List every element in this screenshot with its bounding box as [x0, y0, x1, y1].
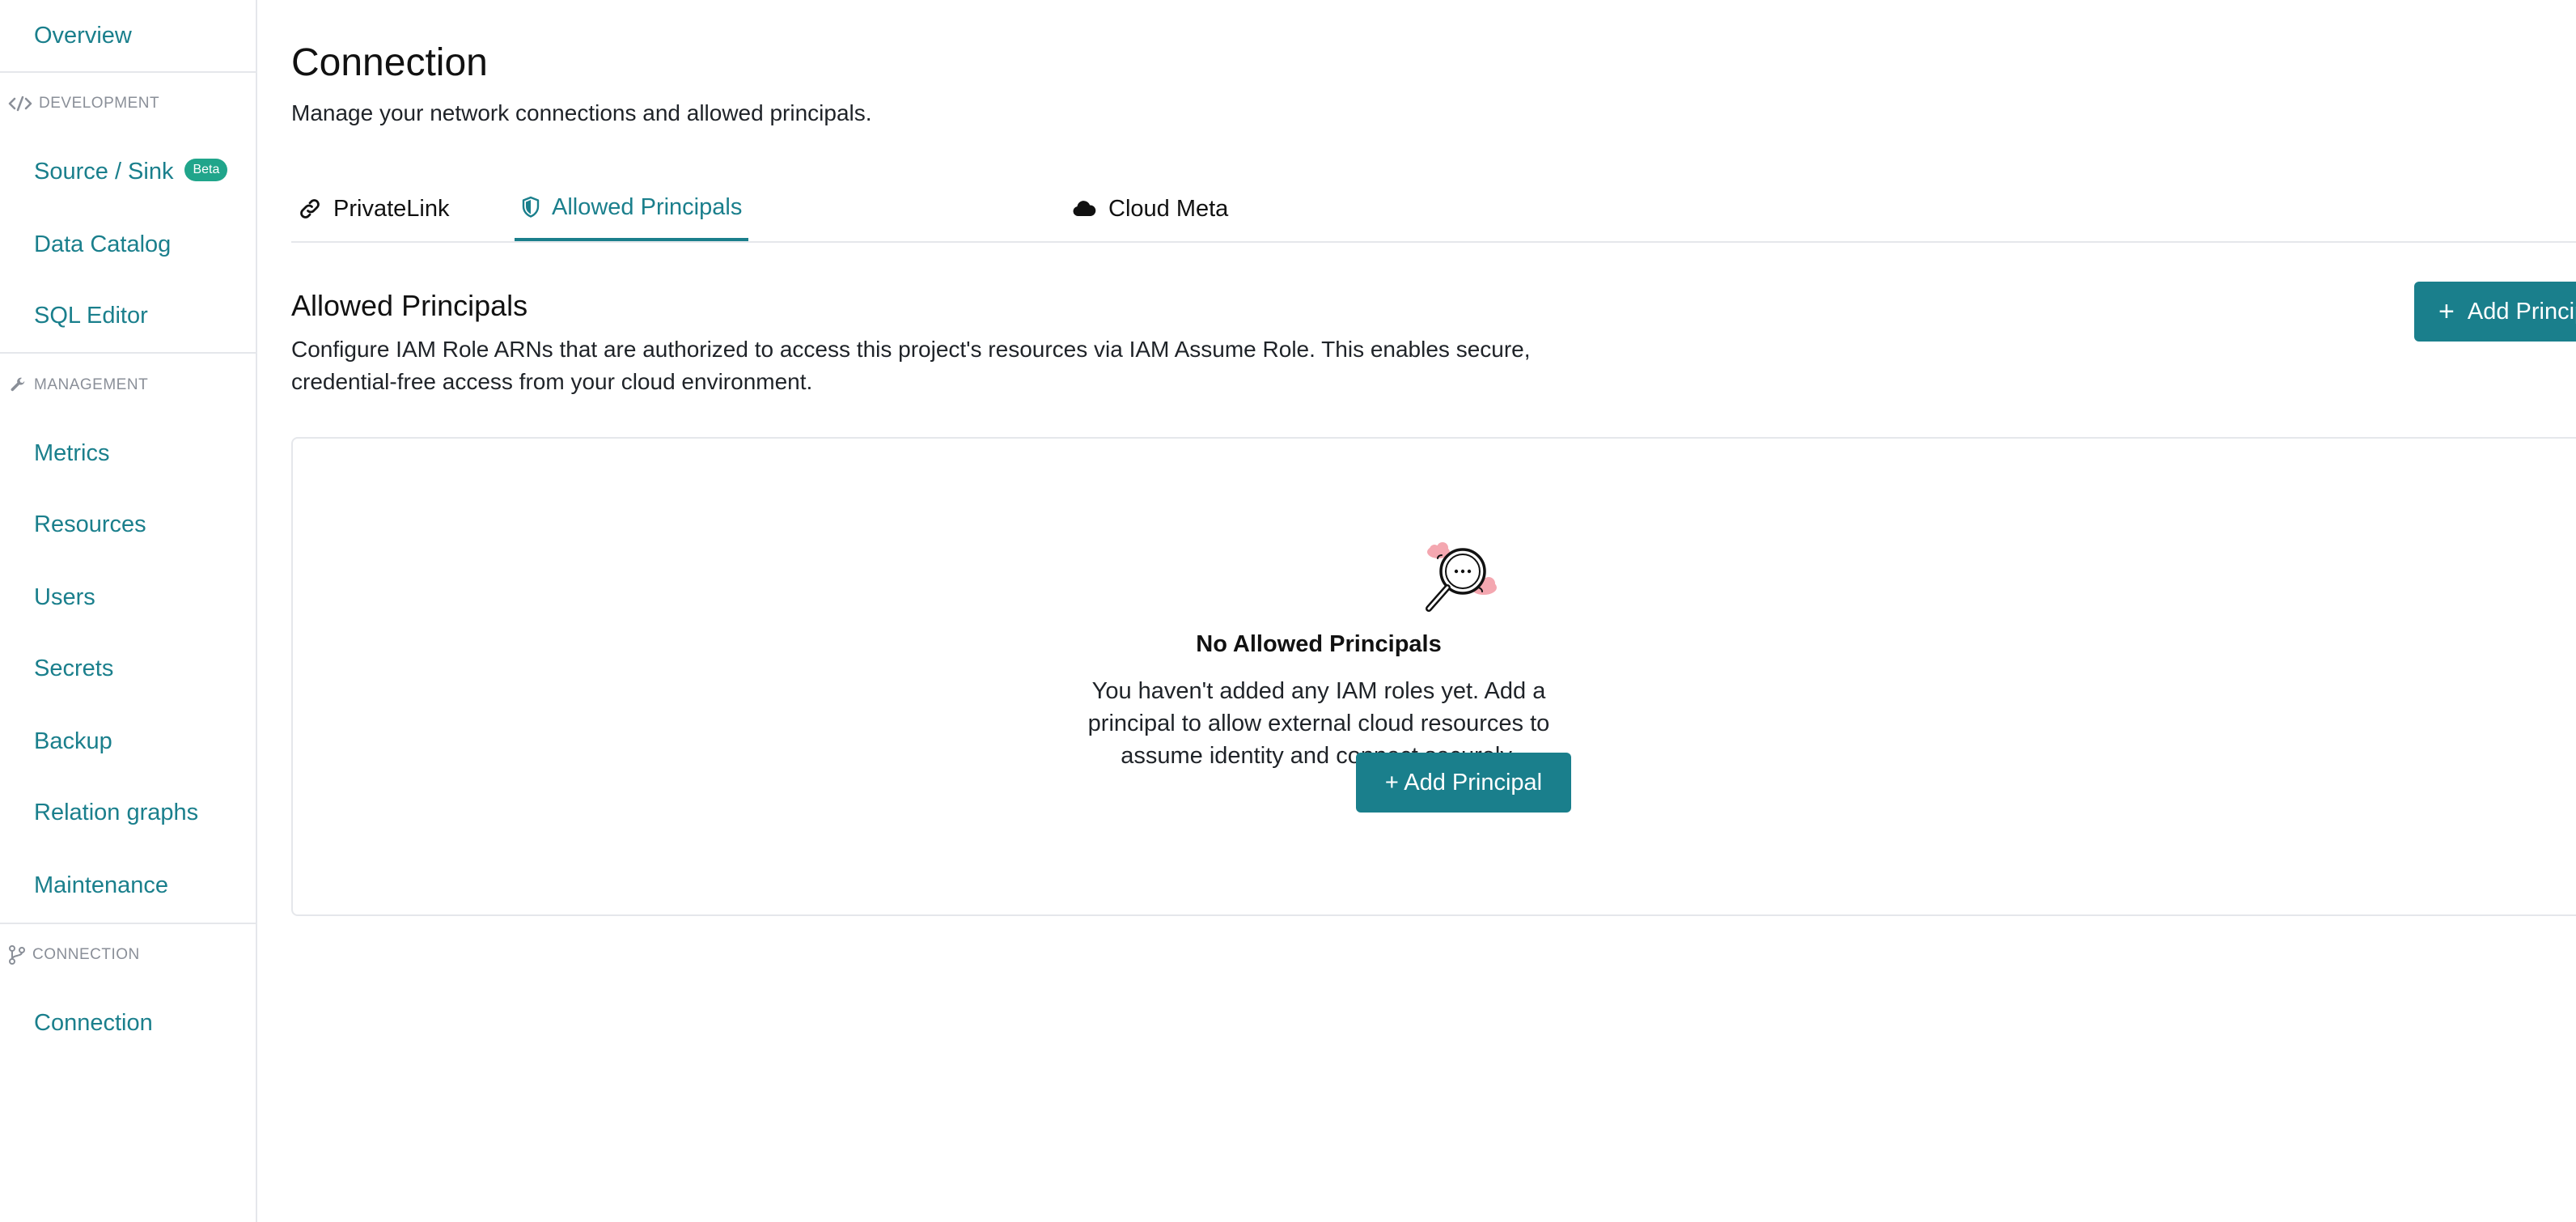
sidebar-item-label: Source / Sink — [34, 159, 174, 185]
tab-cloud-meta[interactable]: Cloud Meta — [1071, 176, 1228, 241]
sidebar-section-connection: CONNECTION — [8, 945, 140, 965]
sidebar-section-management: MANAGEMENT — [8, 376, 148, 395]
cloud-icon — [1071, 198, 1097, 219]
sidebar-divider — [0, 923, 256, 924]
sidebar-item-users[interactable]: Users — [34, 583, 95, 612]
sidebar-item-sql-editor[interactable]: SQL Editor — [34, 301, 148, 330]
sidebar-item-secrets[interactable]: Secrets — [34, 654, 113, 683]
tab-label: PrivateLink — [333, 195, 450, 222]
empty-state-add-principal-button[interactable]: + Add Principal — [1356, 753, 1571, 813]
sidebar-item-metrics[interactable]: Metrics — [34, 439, 109, 468]
sidebar-divider — [0, 71, 256, 73]
main-content: Connection Manage your network connectio… — [257, 0, 2576, 1222]
tab-bar: PrivateLink Allowed Principals Cloud Met… — [291, 176, 2576, 243]
tab-label: Cloud Meta — [1108, 195, 1229, 222]
shield-icon — [521, 196, 540, 219]
sidebar-divider — [0, 352, 256, 354]
sidebar-item-source-sink[interactable]: Source / Sink Beta — [34, 157, 228, 186]
sidebar-section-label: DEVELOPMENT — [39, 95, 160, 112]
sidebar-item-data-catalog[interactable]: Data Catalog — [34, 230, 171, 259]
tab-allowed-principals[interactable]: Allowed Principals — [515, 176, 749, 241]
section-title: Allowed Principals — [291, 289, 528, 322]
beta-badge: Beta — [184, 159, 228, 182]
sidebar-item-backup[interactable]: Backup — [34, 727, 112, 756]
sidebar-item-connection[interactable]: Connection — [34, 1008, 153, 1037]
wrench-icon — [8, 376, 28, 394]
sidebar-section-label: MANAGEMENT — [34, 376, 149, 393]
page-subtitle: Manage your network connections and allo… — [291, 100, 872, 125]
sidebar-item-resources[interactable]: Resources — [34, 510, 146, 539]
sidebar-item-relation-graphs[interactable]: Relation graphs — [34, 798, 198, 827]
code-icon — [8, 95, 32, 112]
add-principal-label: Add Principal — [2467, 298, 2576, 325]
magnifier-search-icon — [1421, 537, 1510, 618]
section-description: Configure IAM Role ARNs that are authori… — [291, 337, 1531, 394]
plus-icon: + — [2438, 296, 2455, 327]
empty-state-title: No Allowed Principals — [1196, 631, 1442, 657]
sidebar-item-overview[interactable]: Overview — [34, 21, 132, 50]
git-branch-icon — [8, 945, 26, 965]
page-title: Connection — [291, 41, 488, 84]
sidebar-section-development: DEVELOPMENT — [8, 94, 159, 113]
tab-label: Allowed Principals — [552, 193, 743, 220]
sidebar: Overview DEVELOPMENT Source / Sink Beta D… — [0, 0, 257, 1222]
link-icon — [298, 197, 322, 221]
sidebar-section-label: CONNECTION — [32, 946, 140, 963]
tab-privatelink[interactable]: PrivateLink — [298, 176, 449, 241]
add-principal-button[interactable]: + Add Principal — [2414, 282, 2576, 342]
sidebar-item-maintenance[interactable]: Maintenance — [34, 871, 168, 900]
